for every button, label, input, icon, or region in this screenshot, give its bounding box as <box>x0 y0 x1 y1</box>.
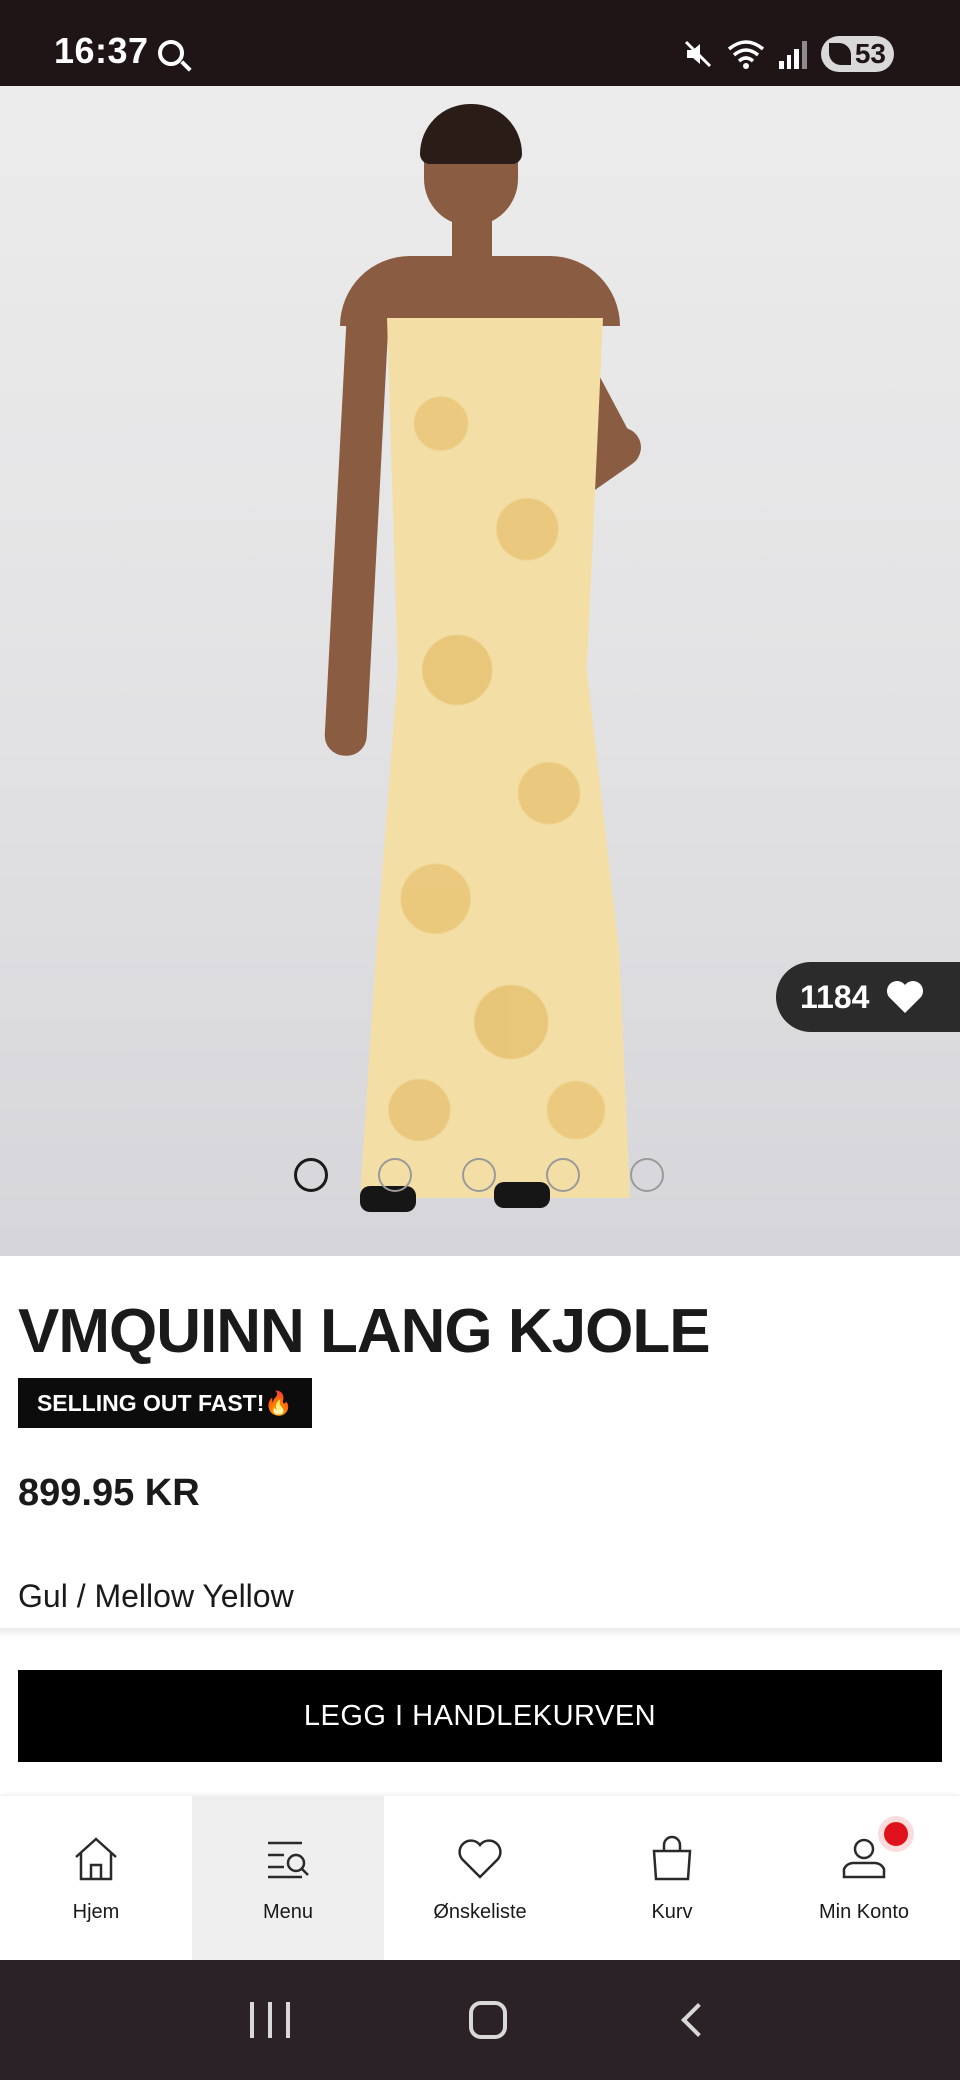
gallery-dot[interactable] <box>378 1158 412 1192</box>
product-image-gallery[interactable]: 1184 <box>0 86 960 1256</box>
status-bar: 16:37 53 <box>0 0 960 86</box>
user-icon <box>842 1838 886 1878</box>
bag-icon <box>652 1835 692 1880</box>
back-icon[interactable] <box>681 2003 716 2037</box>
nav-label: Menu <box>262 1900 314 1923</box>
product-title: VMQUINN LANG KJOLE <box>18 1297 711 1366</box>
system-nav-bar <box>0 1960 960 2080</box>
nav-item-account[interactable]: Min Konto <box>768 1796 960 1960</box>
nav-label: Kurv <box>651 1900 693 1923</box>
gallery-dot[interactable] <box>294 1158 328 1192</box>
color-selector[interactable]: Gul / Mellow Yellow <box>18 1578 294 1615</box>
like-button[interactable]: 1184 <box>776 962 960 1032</box>
search-icon <box>158 40 184 66</box>
status-time: 16:37 <box>54 30 149 71</box>
nav-item-cart[interactable]: Kurv <box>576 1796 768 1960</box>
like-count: 1184 <box>800 978 870 1015</box>
model-hair <box>420 104 522 164</box>
signal-icon <box>778 39 807 69</box>
dress-image <box>360 318 630 1198</box>
mute-icon <box>684 40 711 68</box>
nav-label: Min Konto <box>818 1900 910 1923</box>
recent-apps-icon[interactable] <box>249 2002 290 2038</box>
home-button-icon[interactable] <box>468 2001 507 2039</box>
notification-dot <box>884 1822 908 1846</box>
heart-icon <box>887 981 924 1013</box>
model-arm <box>323 285 391 757</box>
divider <box>0 1628 960 1638</box>
nav-item-menu[interactable]: Menu <box>192 1796 384 1960</box>
gallery-dot[interactable] <box>546 1158 580 1192</box>
nav-label: Ønskeliste <box>433 1900 527 1923</box>
nav-label: Hjem <box>72 1900 120 1923</box>
gallery-pagination <box>294 1158 664 1192</box>
home-icon <box>75 1836 117 1880</box>
nav-item-wishlist[interactable]: Ønskeliste <box>384 1796 576 1960</box>
status-icons: 53 <box>683 36 894 72</box>
wifi-icon <box>727 40 764 69</box>
nav-item-home[interactable]: Hjem <box>0 1796 192 1960</box>
gallery-dot[interactable] <box>630 1158 664 1192</box>
menu-search-icon <box>268 1841 309 1878</box>
bottom-nav: Hjem Menu Ønskeliste Kurv Min Konto <box>0 1796 960 1960</box>
gallery-dot[interactable] <box>462 1158 496 1192</box>
battery-level: 53 <box>854 38 886 69</box>
status-badge: SELLING OUT FAST!🔥 <box>18 1378 312 1428</box>
power-saving-icon <box>828 43 851 65</box>
add-to-cart-button[interactable]: LEGG I HANDLEKURVEN <box>18 1670 942 1762</box>
battery-icon: 53 <box>820 36 894 72</box>
product-price: 899.95 KR <box>18 1472 200 1514</box>
heart-icon <box>458 1838 502 1879</box>
